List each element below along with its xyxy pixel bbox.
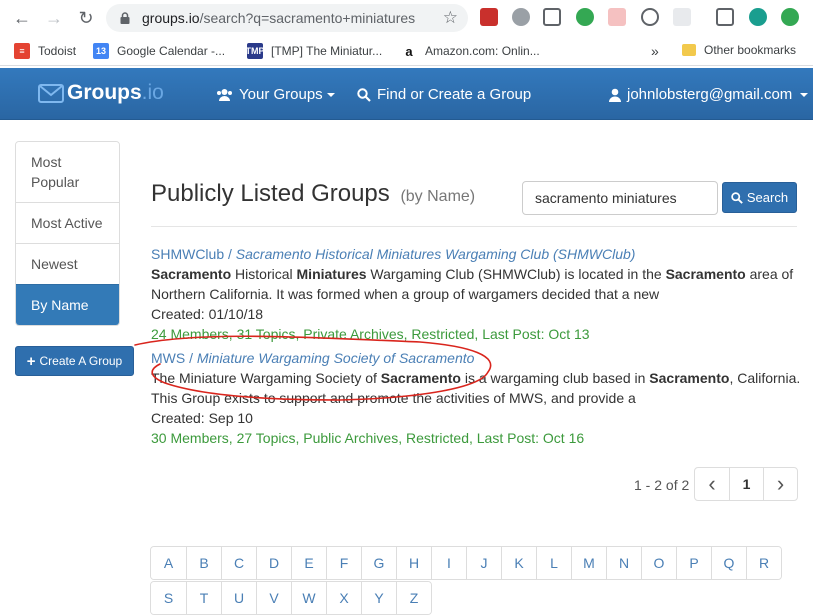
group-result: SHMWClub / Sacramento Historical Miniatu… — [151, 244, 801, 344]
reload-icon[interactable]: ↻ — [74, 6, 98, 30]
pagination-info: 1 - 2 of 2 — [634, 477, 690, 493]
forward-arrow-icon[interactable]: → — [42, 6, 66, 30]
alphabet-letter-k[interactable]: K — [501, 547, 536, 579]
pocket-icon[interactable] — [543, 8, 561, 26]
alphabet-letter-m[interactable]: M — [571, 547, 606, 579]
users-icon — [217, 89, 232, 101]
todoist-icon: ≡ — [14, 43, 30, 59]
groupsio-logo[interactable]: Groups .io — [38, 81, 164, 105]
bookmark-star-icon[interactable]: ☆ — [443, 8, 458, 28]
sidebar-item-most-active[interactable]: Most Active — [16, 202, 119, 243]
group-description: The Miniature Wargaming Society of Sacra… — [151, 370, 801, 406]
caret-down-icon — [326, 92, 335, 97]
find-create-group-link[interactable]: Find or Create a Group — [357, 86, 531, 103]
alphabet-letter-h[interactable]: H — [396, 547, 431, 579]
alphabet-letter-t[interactable]: T — [186, 582, 221, 614]
alphabet-letter-v[interactable]: V — [256, 582, 291, 614]
bookmark-amazon[interactable]: a Amazon.com: Onlin... — [401, 43, 539, 59]
group-title-link[interactable]: SHMWClub / Sacramento Historical Miniatu… — [151, 244, 801, 264]
video-extension-icon[interactable] — [608, 8, 626, 26]
your-groups-menu[interactable]: Your Groups — [216, 86, 335, 103]
group-stats: 24 Members, 31 Topics, Private Archives,… — [151, 326, 590, 342]
sidebar-item-newest[interactable]: Newest — [16, 243, 119, 284]
alphabet-letter-x[interactable]: X — [326, 582, 361, 614]
alphabet-filter-row-1: ABCDEFGHIJKLMNOPQR — [150, 546, 782, 580]
alphabet-letter-q[interactable]: Q — [711, 547, 746, 579]
browser-toolbar: ← → ↻ groups.io/search?q=sacramento+mini… — [0, 0, 813, 36]
alphabet-letter-s[interactable]: S — [151, 582, 186, 614]
url-text: groups.io/search?q=sacramento+miniatures — [142, 10, 416, 26]
adblock-icon[interactable] — [480, 8, 498, 26]
group-created-date: Created: Sep 10 — [151, 410, 253, 426]
other-bookmarks[interactable]: Other bookmarks — [682, 43, 796, 57]
user-account-menu[interactable]: johnlobsterg@gmail.com — [609, 86, 809, 103]
address-bar[interactable]: groups.io/search?q=sacramento+miniatures… — [106, 4, 468, 32]
alphabet-letter-j[interactable]: J — [466, 547, 501, 579]
bookmark-todoist[interactable]: ≡ Todoist — [14, 43, 76, 59]
update-arrow-icon[interactable] — [781, 8, 799, 26]
group-description: Sacramento Historical Miniatures Wargami… — [151, 266, 794, 302]
bookmark-google-calendar[interactable]: 13 Google Calendar -... — [93, 43, 225, 59]
folder-icon — [682, 44, 696, 56]
bookmarks-bar: ≡ Todoist 13 Google Calendar -... TMP [T… — [0, 36, 813, 66]
alphabet-letter-e[interactable]: E — [291, 547, 326, 579]
alphabet-letter-b[interactable]: B — [186, 547, 221, 579]
create-group-button[interactable]: + Create A Group — [15, 346, 134, 376]
search-icon — [357, 87, 371, 102]
translate-extension-icon[interactable] — [641, 8, 659, 26]
drive-icon[interactable] — [512, 8, 530, 26]
pagination: ‹ 1 › — [694, 467, 798, 501]
search-button[interactable]: Search — [722, 182, 797, 213]
pagination-next-button[interactable]: › — [763, 468, 797, 500]
divider — [151, 226, 797, 227]
sidebar-item-by-name[interactable]: By Name — [16, 284, 119, 325]
cast-icon[interactable] — [716, 8, 734, 26]
alphabet-letter-d[interactable]: D — [256, 547, 291, 579]
alphabet-letter-w[interactable]: W — [291, 582, 326, 614]
sidebar-item-most-popular[interactable]: Most Popular — [16, 142, 119, 202]
search-input[interactable] — [522, 181, 718, 215]
alphabet-letter-i[interactable]: I — [431, 547, 466, 579]
plus-icon: + — [26, 352, 36, 370]
alphabet-letter-p[interactable]: P — [676, 547, 711, 579]
bookmark-tmp[interactable]: TMP [TMP] The Miniatur... — [246, 43, 382, 59]
caret-down-icon — [800, 92, 809, 97]
alphabet-letter-y[interactable]: Y — [361, 582, 396, 614]
blank-extension-icon[interactable] — [673, 8, 691, 26]
lock-icon — [120, 12, 130, 24]
sort-menu: Most Popular Most Active Newest By Name — [15, 141, 120, 326]
profile-extension-icon[interactable] — [749, 8, 767, 26]
alphabet-letter-r[interactable]: R — [746, 547, 781, 579]
alphabet-filter-row-2: STUVWXYZ — [150, 581, 432, 615]
page-subtitle: (by Name) — [400, 188, 476, 205]
search-icon — [731, 191, 743, 204]
envelope-icon — [38, 83, 64, 103]
alphabet-letter-l[interactable]: L — [536, 547, 571, 579]
alphabet-letter-f[interactable]: F — [326, 547, 361, 579]
group-created-date: Created: 01/10/18 — [151, 306, 264, 322]
alphabet-letter-u[interactable]: U — [221, 582, 256, 614]
pagination-prev-button[interactable]: ‹ — [695, 468, 729, 500]
group-title-link[interactable]: MWS / Miniature Wargaming Society of Sac… — [151, 348, 801, 368]
pagination-page-1[interactable]: 1 — [729, 468, 763, 500]
tmp-icon: TMP — [246, 43, 265, 59]
page-title: Publicly Listed Groups (by Name) — [151, 180, 476, 207]
amazon-icon: a — [405, 43, 413, 59]
group-result: MWS / Miniature Wargaming Society of Sac… — [151, 348, 801, 448]
alphabet-letter-c[interactable]: C — [221, 547, 256, 579]
bookmarks-overflow-chevron[interactable]: » — [651, 43, 659, 59]
alphabet-letter-o[interactable]: O — [641, 547, 676, 579]
group-stats: 30 Members, 27 Topics, Public Archives, … — [151, 430, 585, 446]
user-icon — [609, 88, 621, 102]
alphabet-letter-g[interactable]: G — [361, 547, 396, 579]
alphabet-letter-a[interactable]: A — [151, 547, 186, 579]
alphabet-letter-z[interactable]: Z — [396, 582, 431, 614]
calendar-icon: 13 — [93, 43, 109, 59]
alphabet-letter-n[interactable]: N — [606, 547, 641, 579]
site-navbar: Groups .io Your Groups Find or Create a G… — [0, 68, 813, 120]
sync-extension-icon[interactable] — [576, 8, 594, 26]
back-arrow-icon[interactable]: ← — [10, 6, 34, 30]
